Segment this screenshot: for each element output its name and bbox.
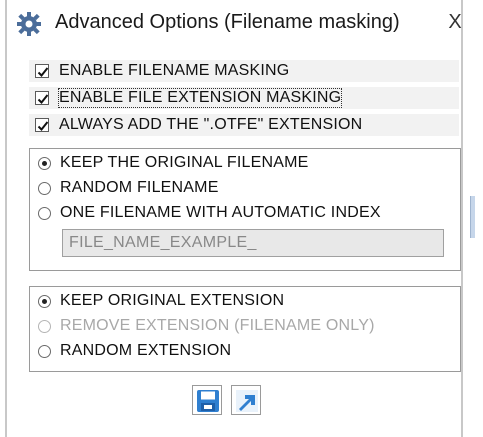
apply-button[interactable] bbox=[231, 385, 261, 415]
enable-extension-masking-label: ENABLE FILE EXTENSION MASKING bbox=[57, 88, 343, 108]
keep-original-extension-radio[interactable]: KEEP ORIGINAL EXTENSION bbox=[38, 291, 448, 313]
close-button[interactable]: X bbox=[444, 10, 466, 34]
radio-unselected-icon[interactable] bbox=[38, 345, 51, 358]
random-filename-radio[interactable]: RANDOM FILENAME bbox=[38, 178, 448, 200]
scrollbar-fragment bbox=[470, 196, 475, 238]
save-button[interactable] bbox=[192, 385, 222, 415]
random-extension-radio[interactable]: RANDOM EXTENSION bbox=[38, 341, 448, 363]
random-extension-label: RANDOM EXTENSION bbox=[60, 342, 232, 359]
keep-original-filename-label: KEEP THE ORIGINAL FILENAME bbox=[60, 154, 309, 171]
arrow-icon bbox=[236, 390, 258, 412]
checkbox-checked-icon[interactable] bbox=[35, 118, 49, 132]
filename-mode-group: KEEP THE ORIGINAL FILENAME RANDOM FILENA… bbox=[29, 148, 461, 271]
remove-extension-label: REMOVE EXTENSION (FILENAME ONLY) bbox=[60, 317, 375, 334]
enable-extension-masking-checkbox[interactable]: ENABLE FILE EXTENSION MASKING bbox=[29, 87, 459, 109]
gear-icon bbox=[17, 12, 41, 36]
always-add-extension-label: ALWAYS ADD THE ".OTFE" EXTENSION bbox=[59, 116, 363, 133]
auto-index-filename-label: ONE FILENAME WITH AUTOMATIC INDEX bbox=[60, 204, 381, 221]
enable-filename-masking-label: ENABLE FILENAME MASKING bbox=[59, 62, 290, 79]
checkbox-checked-icon[interactable] bbox=[35, 64, 49, 78]
radio-selected-icon[interactable] bbox=[38, 157, 51, 170]
enable-filename-masking-checkbox[interactable]: ENABLE FILENAME MASKING bbox=[29, 60, 459, 82]
keep-original-extension-label: KEEP ORIGINAL EXTENSION bbox=[60, 292, 285, 309]
always-add-extension-checkbox[interactable]: ALWAYS ADD THE ".OTFE" EXTENSION bbox=[29, 114, 459, 136]
radio-unselected-icon[interactable] bbox=[38, 207, 51, 220]
title-bar: Advanced Options (Filename masking) X bbox=[7, 0, 462, 46]
random-filename-label: RANDOM FILENAME bbox=[60, 179, 219, 196]
filename-example-input[interactable] bbox=[62, 229, 444, 257]
radio-selected-icon[interactable] bbox=[38, 295, 51, 308]
radio-disabled-icon bbox=[38, 320, 51, 333]
remove-extension-radio: REMOVE EXTENSION (FILENAME ONLY) bbox=[38, 316, 448, 338]
advanced-options-dialog: Advanced Options (Filename masking) X EN… bbox=[5, 0, 463, 437]
extension-mode-group: KEEP ORIGINAL EXTENSION REMOVE EXTENSION… bbox=[29, 286, 461, 372]
auto-index-filename-radio[interactable]: ONE FILENAME WITH AUTOMATIC INDEX bbox=[38, 203, 448, 225]
save-icon bbox=[197, 390, 219, 412]
radio-unselected-icon[interactable] bbox=[38, 182, 51, 195]
checkbox-checked-icon[interactable] bbox=[35, 91, 49, 105]
window-title: Advanced Options (Filename masking) bbox=[55, 11, 400, 33]
keep-original-filename-radio[interactable]: KEEP THE ORIGINAL FILENAME bbox=[38, 153, 448, 175]
